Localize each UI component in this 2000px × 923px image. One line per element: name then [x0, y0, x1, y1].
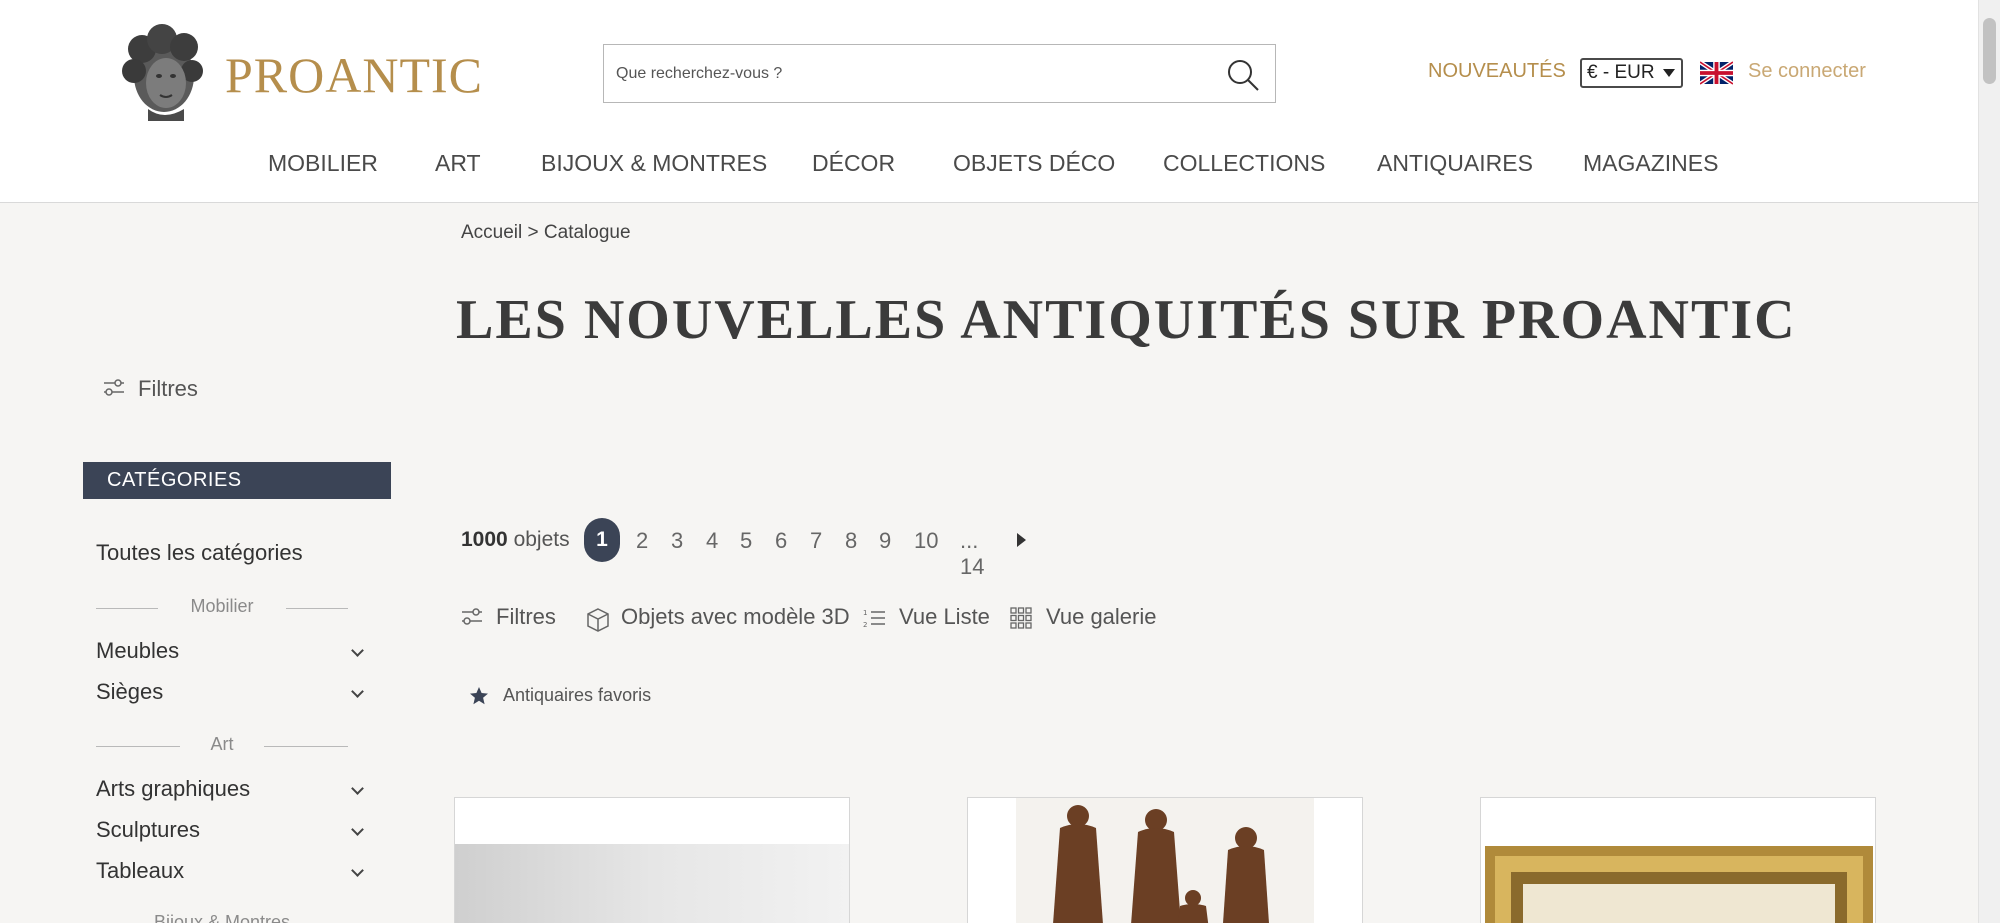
page-button-current[interactable]: 1 — [584, 518, 620, 562]
category-item-sculptures[interactable]: Sculptures — [96, 817, 366, 847]
currency-select[interactable]: € - EUR — [1580, 58, 1683, 88]
toolbar-gallery-view-label: Vue galerie — [1046, 604, 1157, 629]
category-item-label: Tableaux — [96, 858, 185, 883]
product-image[interactable] — [455, 798, 850, 923]
chevron-down-icon — [1663, 69, 1675, 77]
login-link[interactable]: Se connecter — [1748, 60, 1866, 83]
page-button[interactable]: 2 — [636, 528, 648, 554]
nouveautes-link[interactable]: NOUVEAUTÉS — [1428, 60, 1566, 83]
star-icon — [470, 687, 488, 705]
category-divider-art: Art — [96, 734, 348, 758]
search-box — [603, 44, 1276, 103]
nav-item-collections[interactable]: COLLECTIONS — [1163, 150, 1325, 177]
search-icon[interactable] — [1225, 57, 1261, 93]
category-divider-mobilier: Mobilier — [96, 596, 348, 620]
toolbar-filters-label: Filtres — [496, 604, 556, 629]
product-image[interactable] — [968, 798, 1363, 923]
product-card[interactable] — [454, 797, 850, 923]
scrollbar-thumb[interactable] — [1983, 18, 1996, 84]
category-divider-bijoux: Bijoux & Montres — [96, 912, 348, 923]
nav-item-mobilier[interactable]: MOBILIER — [268, 150, 378, 177]
category-item-label: Arts graphiques — [96, 776, 251, 801]
category-item-label: Sculptures — [96, 817, 200, 842]
search-input[interactable] — [616, 45, 1216, 102]
nav-item-objets-deco[interactable]: OBJETS DÉCO — [953, 150, 1115, 177]
product-card[interactable] — [1480, 797, 1876, 923]
filters-label: Filtres — [138, 376, 198, 401]
categories-header: CATÉGORIES — [83, 462, 391, 499]
category-item-label: Meubles — [96, 638, 180, 663]
page-button[interactable]: 5 — [740, 528, 752, 554]
toolbar-3d-objects-label: Objets avec modèle 3D — [621, 604, 850, 629]
category-group-label: Bijoux & Montres — [153, 912, 291, 923]
toolbar-list-view-label: Vue Liste — [899, 604, 990, 629]
page-scrollbar[interactable] — [1978, 0, 2000, 923]
main-nav: MOBILIER ART BIJOUX & MONTRES DÉCOR OBJE… — [0, 150, 1978, 180]
nav-item-antiquaires[interactable]: ANTIQUAIRES — [1377, 150, 1533, 177]
currency-value: € - EUR — [1587, 62, 1655, 83]
result-count: 1000 objets — [461, 528, 570, 552]
gallery-grid-icon — [1010, 607, 1032, 629]
nav-item-magazines[interactable]: MAGAZINES — [1583, 150, 1718, 177]
page-button[interactable]: 6 — [775, 528, 787, 554]
page-button[interactable]: 9 — [879, 528, 891, 554]
page-button[interactable]: 7 — [810, 528, 822, 554]
page-title: LES NOUVELLES ANTIQUITÉS SUR PROANTIC — [456, 289, 1797, 351]
chevron-down-icon[interactable] — [351, 685, 364, 698]
chevron-down-icon[interactable] — [351, 823, 364, 836]
page-button[interactable]: 10 — [914, 528, 938, 554]
product-image[interactable] — [1481, 798, 1876, 923]
chevron-down-icon[interactable] — [351, 864, 364, 877]
breadcrumb[interactable]: Accueil > Catalogue — [461, 222, 631, 244]
nav-item-bijoux-montres[interactable]: BIJOUX & MONTRES — [541, 150, 767, 177]
category-item-label: Sièges — [96, 679, 164, 704]
category-group-label: Mobilier — [190, 596, 254, 616]
list-view-icon: 1 2 — [863, 609, 885, 629]
filter-icon — [462, 608, 482, 625]
page-button-last[interactable]: ... 14 — [960, 528, 984, 580]
chevron-down-icon[interactable] — [351, 644, 364, 657]
page-button[interactable]: 8 — [845, 528, 857, 554]
uk-flag-icon[interactable] — [1700, 61, 1733, 85]
next-page-icon[interactable] — [1017, 533, 1026, 547]
product-card[interactable] — [967, 797, 1363, 923]
svg-text:2: 2 — [863, 621, 867, 629]
page-button[interactable]: 3 — [671, 528, 683, 554]
result-count-label: objets — [513, 528, 570, 551]
category-item-meubles[interactable]: Meubles — [96, 638, 366, 668]
logo-bust-icon[interactable] — [112, 21, 212, 121]
site-header: PROANTIC NOUVEAUTÉS € - EUR Se connecter… — [0, 0, 1978, 203]
category-item-sieges[interactable]: Sièges — [96, 679, 366, 709]
category-item-arts-graphiques[interactable]: Arts graphiques — [96, 776, 366, 806]
category-item-tableaux[interactable]: Tableaux — [96, 858, 366, 888]
filter-icon — [104, 379, 124, 396]
cube-3d-icon — [587, 608, 609, 632]
nav-item-art[interactable]: ART — [435, 150, 481, 177]
svg-text:1: 1 — [863, 609, 867, 617]
result-count-number: 1000 — [461, 528, 508, 551]
chevron-down-icon[interactable] — [351, 782, 364, 795]
favorite-dealers-label: Antiquaires favoris — [503, 685, 652, 705]
logo-text[interactable]: PROANTIC — [225, 46, 483, 104]
all-categories-link[interactable]: Toutes les catégories — [96, 540, 303, 566]
nav-item-decor[interactable]: DÉCOR — [812, 150, 895, 177]
category-group-label: Art — [210, 734, 234, 754]
page-button[interactable]: 4 — [706, 528, 718, 554]
